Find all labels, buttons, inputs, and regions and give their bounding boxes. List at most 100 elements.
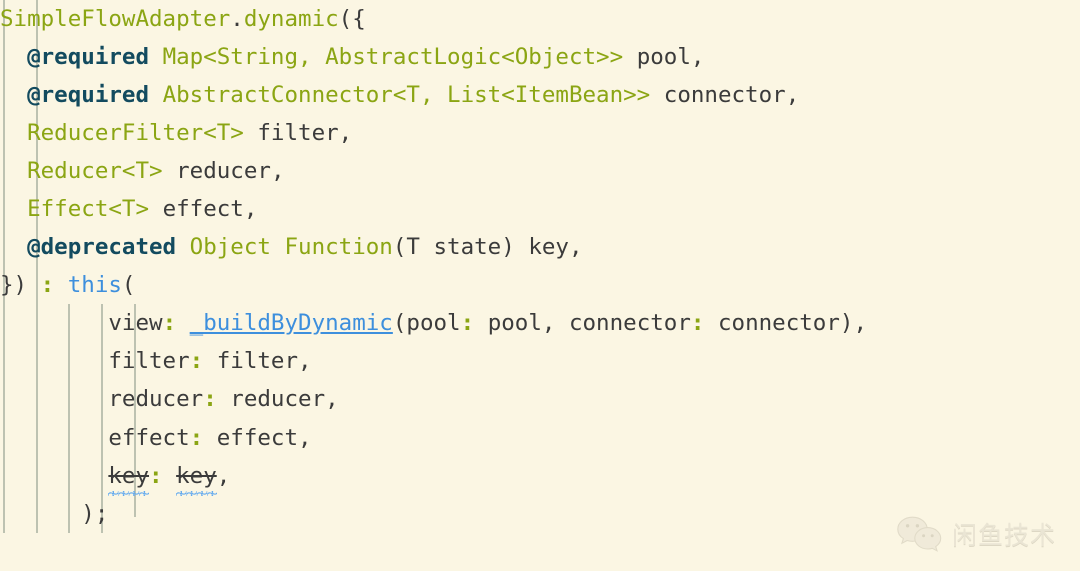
code-token: : bbox=[189, 348, 204, 375]
code-line[interactable]: }) : this( bbox=[0, 266, 1080, 304]
code-token: : bbox=[189, 424, 204, 451]
code-token: ) bbox=[501, 234, 529, 261]
code-token: @required bbox=[27, 82, 150, 109]
code-token: SimpleFlowAdapter bbox=[0, 6, 231, 32]
code-token: AbstractConnector<T, List<ItemBean>> bbox=[162, 82, 651, 109]
code-token: , bbox=[270, 158, 285, 185]
code-token: , bbox=[325, 386, 339, 413]
code-editor[interactable]: SimpleFlowAdapter.dynamic({ @required Ma… bbox=[0, 0, 1080, 571]
code-token: this bbox=[67, 272, 122, 299]
code-token: ReducerFilter<T> bbox=[27, 120, 244, 147]
code-token: ); bbox=[81, 500, 109, 527]
code-token: key bbox=[528, 234, 569, 261]
code-token: reducer bbox=[108, 386, 204, 413]
code-token: pool bbox=[636, 44, 691, 71]
code-token: effect bbox=[108, 424, 190, 451]
code-token: ), bbox=[839, 310, 867, 337]
code-token: filter bbox=[216, 348, 299, 375]
code-token: }) bbox=[0, 272, 41, 299]
code-token: connector bbox=[568, 310, 691, 337]
code-line[interactable]: SimpleFlowAdapter.dynamic({ bbox=[0, 0, 1080, 38]
code-line[interactable]: @required AbstractConnector<T, List<Item… bbox=[0, 76, 1080, 114]
code-token: key bbox=[108, 462, 150, 489]
code-line[interactable]: key: key, bbox=[0, 457, 1080, 495]
code-token: (T bbox=[392, 234, 434, 261]
code-token: : bbox=[149, 462, 163, 489]
code-line[interactable]: effect: effect, bbox=[0, 419, 1080, 457]
code-token: connector bbox=[717, 310, 840, 337]
code-line[interactable]: reducer: reducer, bbox=[0, 380, 1080, 418]
code-token: filter bbox=[108, 348, 190, 375]
code-token: _buildByDynamic bbox=[189, 310, 393, 337]
code-token: Map<String, AbstractLogic<Object>> bbox=[162, 44, 624, 71]
code-token: : bbox=[203, 386, 217, 413]
code-token: connector bbox=[663, 82, 786, 109]
code-token: , bbox=[568, 234, 583, 261]
code-content[interactable]: SimpleFlowAdapter.dynamic({ @required Ma… bbox=[0, 0, 1080, 533]
code-line[interactable]: ReducerFilter<T> filter, bbox=[0, 114, 1080, 152]
code-token: effect bbox=[162, 196, 244, 223]
code-line[interactable]: @deprecated Object Function(T state) key… bbox=[0, 228, 1080, 266]
code-token: Effect<T> bbox=[27, 196, 150, 223]
code-line[interactable]: ); bbox=[0, 495, 1080, 533]
code-token: view bbox=[108, 310, 163, 337]
code-token: , bbox=[243, 196, 258, 223]
code-token: . bbox=[230, 6, 244, 32]
code-token: ( bbox=[121, 272, 136, 299]
code-token: : bbox=[40, 272, 55, 299]
code-token: , bbox=[216, 462, 231, 489]
code-token: dynamic bbox=[243, 6, 339, 32]
code-token: : bbox=[460, 310, 475, 337]
code-token: reducer bbox=[230, 386, 326, 413]
code-token: , bbox=[338, 120, 353, 147]
code-token: pool bbox=[406, 310, 461, 337]
code-line[interactable]: filter: filter, bbox=[0, 342, 1080, 380]
code-token: pool bbox=[487, 310, 542, 337]
code-token: @deprecated bbox=[27, 234, 177, 261]
code-token: filter bbox=[257, 120, 339, 147]
code-token: , bbox=[690, 44, 705, 71]
code-line[interactable]: @required Map<String, AbstractLogic<Obje… bbox=[0, 38, 1080, 76]
code-token: key bbox=[176, 462, 217, 489]
code-token: : bbox=[690, 310, 705, 337]
code-token: effect bbox=[216, 424, 299, 451]
code-token: , bbox=[298, 348, 312, 375]
code-line[interactable]: Reducer<T> reducer, bbox=[0, 152, 1080, 190]
code-token: , bbox=[541, 310, 569, 337]
code-token: state bbox=[433, 234, 502, 261]
code-line[interactable]: view: _buildByDynamic(pool: pool, connec… bbox=[0, 304, 1080, 342]
code-token: , bbox=[785, 82, 800, 109]
code-token: @required bbox=[27, 44, 150, 71]
code-token: ( bbox=[392, 310, 407, 337]
code-token: ({ bbox=[338, 6, 366, 32]
code-token: Object Function bbox=[189, 234, 393, 261]
code-line[interactable]: Effect<T> effect, bbox=[0, 190, 1080, 228]
code-token: Reducer<T> bbox=[27, 158, 163, 185]
